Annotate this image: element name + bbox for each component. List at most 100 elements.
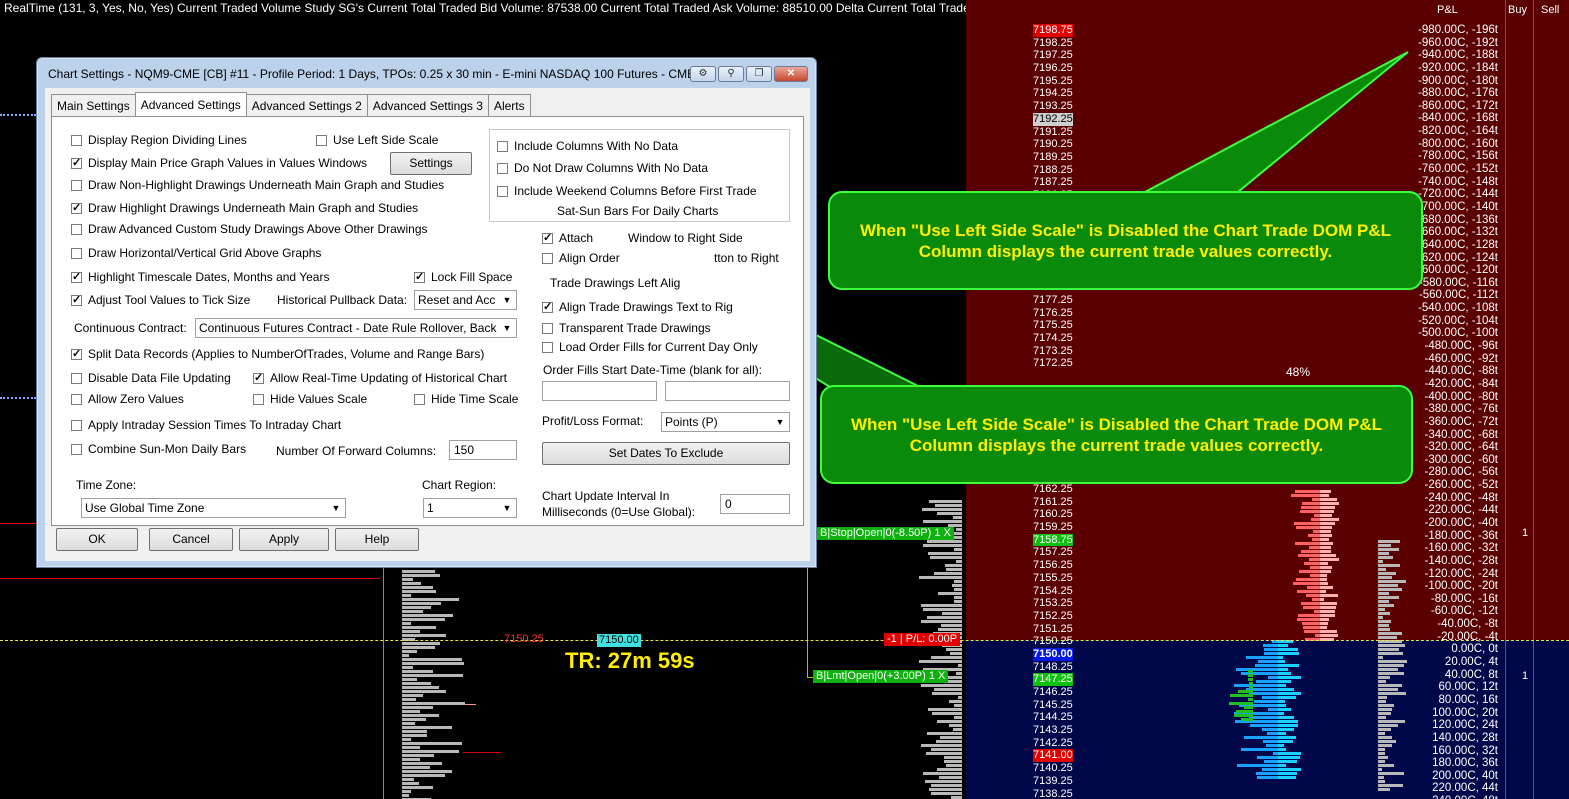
price-level[interactable]: 7144.25 (1033, 711, 1073, 724)
price-level[interactable]: 7153.25 (1033, 597, 1073, 610)
continuous-contract-select[interactable]: Continuous Futures Contract - Date Rule … (195, 318, 517, 338)
price-level[interactable]: 7150.00 (1033, 647, 1073, 661)
hide-time-scale-checkbox[interactable]: Hide Time Scale (414, 392, 518, 406)
price-level[interactable]: 7177.25 (1033, 294, 1073, 307)
price-level[interactable]: 7189.25 (1033, 151, 1073, 164)
settings-button[interactable]: Settings (390, 152, 472, 175)
apply-intraday-session-checkbox[interactable]: Apply Intraday Session Times To Intraday… (71, 418, 341, 432)
buy-column-header[interactable]: Buy (1508, 4, 1527, 16)
align-trade-drawings-text-checkbox[interactable]: Align Trade Drawings Text to Rig (542, 300, 733, 314)
tab-main-settings[interactable]: Main Settings (51, 94, 136, 116)
price-level[interactable]: 7196.25 (1033, 62, 1073, 75)
price-level[interactable]: 7175.25 (1033, 319, 1073, 332)
draw-highlight-checkbox[interactable]: Draw Highlight Drawings Underneath Main … (71, 201, 418, 215)
price-level[interactable]: 7172.25 (1033, 357, 1073, 370)
set-dates-to-exclude-button[interactable]: Set Dates To Exclude (542, 442, 790, 465)
profit-loss-format-select[interactable]: Points (P) ▼ (661, 412, 790, 432)
price-level[interactable]: 7193.25 (1033, 100, 1073, 113)
help-button[interactable]: Help (335, 528, 419, 551)
limit-order-tag[interactable]: B|Lmt|Open|0(+3.00P) 1 X (813, 670, 949, 683)
price-level[interactable]: 7161.25 (1033, 496, 1073, 509)
tab-advanced-settings-3[interactable]: Advanced Settings 3 (366, 94, 489, 116)
split-data-records-checkbox[interactable]: Split Data Records (Applies to NumberOfT… (71, 347, 484, 361)
price-level[interactable]: 7152.25 (1033, 610, 1073, 623)
close-icon[interactable]: ✕ (774, 66, 808, 82)
tab-advanced-settings[interactable]: Advanced Settings (134, 92, 247, 116)
price-level[interactable]: 7150.25 (1033, 635, 1073, 648)
price-level[interactable]: 7140.25 (1033, 762, 1073, 775)
hide-values-scale-checkbox[interactable]: Hide Values Scale (253, 392, 367, 406)
price-level[interactable]: 7160.25 (1033, 508, 1073, 521)
price-level[interactable]: 7142.25 (1033, 737, 1073, 750)
chart-region-select[interactable]: 1 ▼ (423, 498, 517, 518)
price-level[interactable]: 7139.25 (1033, 775, 1073, 788)
chart-update-interval-input[interactable]: 0 (720, 494, 790, 514)
ok-button[interactable]: OK (56, 528, 138, 551)
pin-icon[interactable]: ⚲ (718, 66, 744, 82)
allow-zero-values-checkbox[interactable]: Allow Zero Values (71, 392, 184, 406)
draw-non-highlight-checkbox[interactable]: Draw Non-Highlight Drawings Underneath M… (71, 178, 444, 192)
disable-data-file-checkbox[interactable]: Disable Data File Updating (71, 371, 231, 385)
price-level[interactable]: 7190.25 (1033, 138, 1073, 151)
price-level[interactable]: 7141.00 (1033, 749, 1073, 763)
lock-fill-space-checkbox[interactable]: Lock Fill Space (414, 270, 512, 284)
price-level[interactable]: 7154.25 (1033, 585, 1073, 598)
price-level[interactable]: 7138.25 (1033, 788, 1073, 799)
sell-column-header[interactable]: Sell (1541, 4, 1559, 16)
time-zone-select[interactable]: Use Global Time Zone ▼ (81, 498, 346, 518)
price-level[interactable]: 7146.25 (1033, 686, 1073, 699)
draw-advanced-custom-checkbox[interactable]: Draw Advanced Custom Study Drawings Abov… (71, 222, 428, 236)
price-level[interactable]: 7198.75 (1033, 24, 1073, 37)
price-level[interactable]: 7158.75 (1033, 533, 1073, 547)
price-level[interactable]: 7151.25 (1033, 623, 1073, 636)
order-fills-start-time-input[interactable] (665, 381, 790, 401)
price-level[interactable]: 7192.25 (1033, 112, 1073, 126)
price-level[interactable]: 7162.25 (1033, 483, 1073, 496)
price-level[interactable]: 7145.25 (1033, 699, 1073, 712)
highlight-timescale-checkbox[interactable]: Highlight Timescale Dates, Months and Ye… (71, 270, 329, 284)
draw-grid-above-checkbox[interactable]: Draw Horizontal/Vertical Grid Above Grap… (71, 246, 321, 260)
transparent-trade-drawings-checkbox[interactable]: Transparent Trade Drawings (542, 321, 711, 335)
dialog-title-bar[interactable]: Chart Settings - NQM9-CME [CB] #11 - Pro… (37, 58, 816, 88)
do-not-draw-columns-checkbox[interactable]: Do Not Draw Columns With No Data (497, 161, 708, 175)
display-main-price-checkbox[interactable]: Display Main Price Graph Values in Value… (71, 156, 367, 170)
price-level[interactable]: 7188.25 (1033, 164, 1073, 177)
align-order-checkbox[interactable]: Align Order (542, 251, 620, 265)
order-fills-start-date-input[interactable] (542, 381, 657, 401)
stop-order-tag[interactable]: B|Stop|Open|0(-8.50P) 1 X (817, 527, 954, 540)
price-level[interactable]: 7143.25 (1033, 724, 1073, 737)
load-order-fills-checkbox[interactable]: Load Order Fills for Current Day Only (542, 340, 758, 354)
restore-icon[interactable]: ❐ (746, 66, 772, 82)
allow-realtime-updating-checkbox[interactable]: Allow Real-Time Updating of Historical C… (253, 371, 507, 385)
include-columns-no-data-checkbox[interactable]: Include Columns With No Data (497, 139, 678, 153)
use-left-side-scale-checkbox[interactable]: Use Left Side Scale (316, 133, 438, 147)
tab-advanced-settings-2[interactable]: Advanced Settings 2 (245, 94, 368, 116)
price-level[interactable]: 7156.25 (1033, 559, 1073, 572)
adjust-tool-values-checkbox[interactable]: Adjust Tool Values to Tick Size (71, 293, 250, 307)
price-level[interactable]: 7194.25 (1033, 87, 1073, 100)
price-level[interactable]: 7195.25 (1033, 75, 1073, 88)
cancel-button[interactable]: Cancel (149, 528, 233, 551)
tab-alerts[interactable]: Alerts (487, 94, 531, 116)
price-level[interactable]: 7187.25 (1033, 176, 1073, 189)
price-level[interactable]: 7198.25 (1033, 37, 1073, 50)
attach-window-checkbox[interactable]: Attach (542, 231, 593, 245)
settings-icon[interactable]: ⚙ (690, 66, 716, 82)
price-level[interactable]: 7173.25 (1033, 345, 1073, 358)
price-level[interactable]: 7148.25 (1033, 661, 1073, 674)
price-level[interactable]: 7147.25 (1033, 673, 1073, 686)
apply-button[interactable]: Apply (239, 528, 329, 551)
price-level[interactable]: 7174.25 (1033, 332, 1073, 345)
price-level[interactable]: 7159.25 (1033, 521, 1073, 534)
include-weekend-columns-checkbox[interactable]: Include Weekend Columns Before First Tra… (497, 184, 757, 198)
price-level[interactable]: 7197.25 (1033, 49, 1073, 62)
combine-sun-mon-checkbox[interactable]: Combine Sun-Mon Daily Bars (71, 442, 246, 456)
historical-pullback-select[interactable]: Reset and Acc ▼ (414, 290, 517, 310)
display-region-dividing-lines-checkbox[interactable]: Display Region Dividing Lines (71, 133, 247, 147)
chart-settings-dialog[interactable]: Chart Settings - NQM9-CME [CB] #11 - Pro… (36, 57, 817, 568)
price-level[interactable]: 7176.25 (1033, 307, 1073, 320)
price-level[interactable]: 7191.25 (1033, 126, 1073, 139)
price-level[interactable]: 7157.25 (1033, 546, 1073, 559)
price-level[interactable]: 7155.25 (1033, 572, 1073, 585)
forward-columns-input[interactable]: 150 (449, 440, 517, 460)
